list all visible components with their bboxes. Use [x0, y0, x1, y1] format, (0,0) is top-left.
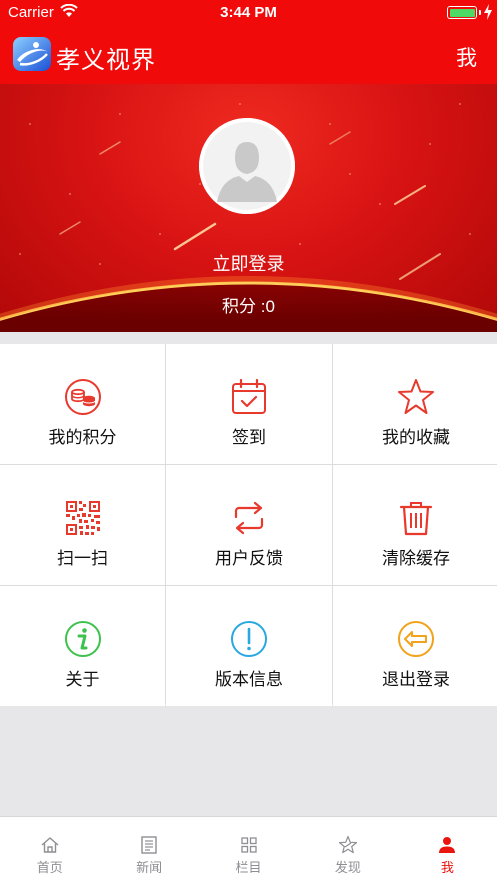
swap-arrows-icon	[234, 501, 264, 535]
calendar-check-icon	[232, 378, 266, 414]
menu-label: 关于	[65, 670, 100, 689]
info-icon	[64, 621, 101, 657]
tab-label: 栏目	[235, 860, 262, 875]
points-label: 积分 :0	[222, 297, 275, 316]
exclamation-icon	[231, 621, 267, 657]
menu-scan[interactable]: 扫一扫	[0, 465, 165, 585]
nav-page-title: 我	[456, 47, 477, 70]
app-title: 孝义视界	[56, 47, 156, 74]
trash-icon	[399, 502, 433, 536]
menu-label: 退出登录	[382, 670, 450, 689]
tab-label: 我	[440, 860, 454, 875]
avatar[interactable]	[199, 118, 295, 214]
battery-tip	[479, 10, 481, 15]
person-icon	[439, 837, 456, 853]
coins-icon	[64, 379, 101, 415]
status-bar: Carrier 3:44 PM	[0, 0, 497, 26]
grid-icon	[240, 837, 257, 853]
tab-news[interactable]: 新闻	[99, 817, 198, 883]
logout-arrow-icon	[398, 621, 434, 657]
battery-icon	[447, 6, 477, 19]
tab-bar: 首页 新闻 栏目 发现 我	[0, 816, 497, 883]
menu-label: 我的积分	[48, 428, 117, 447]
menu-favorites[interactable]: 我的收藏	[333, 344, 497, 464]
menu-feedback[interactable]: 用户反馈	[166, 465, 332, 585]
home-icon	[41, 837, 59, 853]
login-link[interactable]: 立即登录	[0, 250, 497, 276]
menu-label: 我的收藏	[382, 428, 450, 447]
tab-home[interactable]: 首页	[0, 817, 99, 883]
discover-star-icon	[338, 835, 358, 854]
charging-bolt-icon	[484, 4, 492, 20]
star-icon	[398, 379, 434, 414]
menu-my-points[interactable]: 我的积分	[0, 344, 165, 464]
nav-bar: 孝义视界 我	[0, 26, 497, 84]
tab-label: 新闻	[136, 860, 163, 875]
default-avatar-icon	[199, 118, 295, 214]
menu-grid: 我的积分 签到 我的收藏 扫一扫 用户反馈 清除缓存 关于 版本信息 退出登录	[0, 344, 497, 706]
menu-check-in[interactable]: 签到	[166, 344, 332, 464]
profile-header: 立即登录 积分 :0	[0, 84, 497, 332]
menu-label: 扫一扫	[57, 549, 108, 568]
menu-label: 签到	[232, 428, 266, 447]
tab-me[interactable]: 我	[398, 817, 497, 883]
tab-label: 首页	[36, 860, 63, 875]
menu-about[interactable]: 关于	[0, 586, 165, 706]
menu-version-info[interactable]: 版本信息	[166, 586, 332, 706]
menu-label: 版本信息	[215, 670, 283, 689]
menu-label: 用户反馈	[215, 549, 283, 568]
status-time: 3:44 PM	[220, 4, 277, 21]
tab-discover[interactable]: 发现	[298, 817, 397, 883]
menu-logout[interactable]: 退出登录	[333, 586, 497, 706]
app-logo	[13, 37, 51, 71]
menu-label: 清除缓存	[382, 549, 450, 568]
menu-clear-cache[interactable]: 清除缓存	[333, 465, 497, 585]
qr-code-icon	[65, 501, 100, 535]
tab-columns[interactable]: 栏目	[199, 817, 298, 883]
tab-label: 发现	[334, 860, 361, 875]
news-icon	[141, 836, 157, 854]
